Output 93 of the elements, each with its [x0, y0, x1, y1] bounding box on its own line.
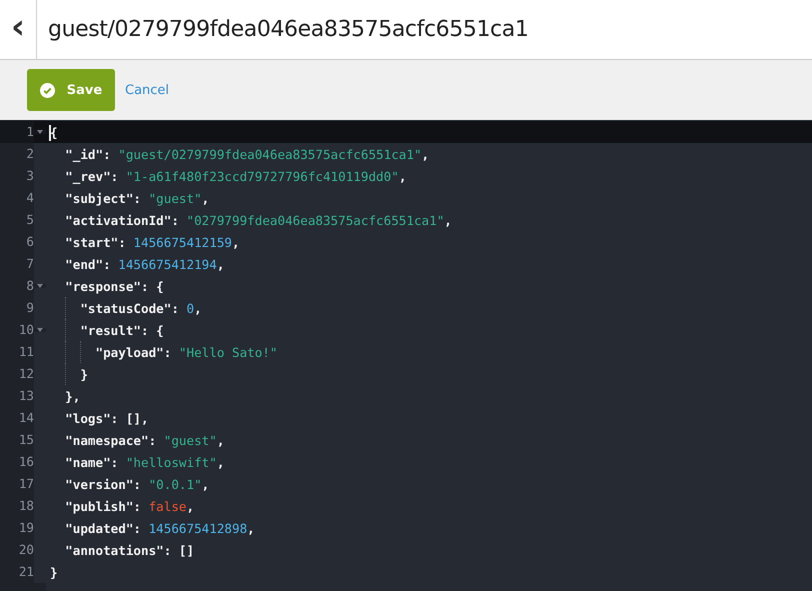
json-punctuation: ,: [444, 212, 452, 228]
json-string: "guest": [148, 190, 202, 206]
line-number: 5: [0, 209, 34, 231]
json-key: "start": [50, 234, 118, 250]
json-string: "helloswift": [126, 454, 217, 470]
json-key: "end": [50, 256, 104, 272]
json-punctuation: :: [148, 432, 158, 448]
json-number: 1456675412898: [148, 520, 248, 536]
document-title: guest/0279799fdea046ea83575acfc6551ca1: [48, 17, 528, 42]
json-punctuation: ,: [186, 498, 194, 514]
json-key: "_id": [50, 146, 104, 162]
json-punctuation: :: [164, 344, 172, 360]
code-editor[interactable]: [0, 120, 812, 591]
json-punctuation: }: [79, 366, 88, 382]
save-button[interactable]: Save: [27, 69, 115, 111]
json-punctuation: ,: [194, 300, 202, 316]
json-punctuation: }: [50, 564, 58, 580]
json-key: "statusCode": [50, 300, 172, 316]
line-number: 12: [0, 363, 34, 385]
json-punctuation: ,: [232, 234, 240, 250]
json-punctuation: :: [133, 498, 142, 514]
line-number: 2: [0, 143, 34, 165]
json-punctuation: :: [171, 212, 180, 228]
json-number: 1456675412194: [118, 256, 217, 272]
json-key: "activationId": [50, 212, 172, 228]
fold-caret-icon[interactable]: [37, 284, 43, 288]
json-key: "response": [50, 278, 141, 294]
line-number: 20: [0, 539, 34, 561]
json-punctuation: ,: [247, 520, 255, 536]
json-punctuation: :: [110, 168, 120, 184]
json-number: 0: [186, 300, 194, 316]
json-key: "annotations": [50, 542, 164, 558]
cancel-link[interactable]: Cancel: [125, 82, 170, 98]
json-key: "logs": [50, 410, 111, 426]
json-key: "payload": [50, 344, 164, 360]
json-punctuation: : [],: [110, 410, 149, 426]
fold-caret-icon[interactable]: [37, 328, 43, 332]
line-number: 9: [0, 297, 34, 319]
json-punctuation: ,: [202, 190, 210, 206]
json-string: "0.0.1": [148, 476, 202, 492]
json-punctuation: ,: [398, 168, 406, 184]
line-number: 17: [0, 473, 34, 495]
line-number: 10: [0, 319, 34, 341]
json-punctuation: ,: [422, 146, 430, 162]
json-punctuation: :: [133, 520, 142, 536]
json-string: "0279799fdea046ea83575acfc6551ca1": [186, 212, 444, 228]
json-key: "namespace": [50, 432, 149, 448]
json-punctuation: : []: [164, 542, 194, 558]
json-key: "publish": [50, 498, 134, 514]
json-punctuation: },: [64, 388, 80, 404]
json-punctuation: :: [103, 146, 112, 162]
json-key: "name": [50, 454, 111, 470]
line-number: 15: [0, 429, 34, 451]
line-number: 21: [0, 561, 34, 583]
json-boolean: false: [148, 498, 186, 514]
line-number: 18: [0, 495, 34, 517]
json-punctuation: ,: [202, 476, 210, 492]
json-punctuation: : {: [141, 322, 164, 338]
json-punctuation: :: [171, 300, 180, 316]
line-number: 8: [0, 275, 34, 297]
line-number: 11: [0, 341, 34, 363]
json-key: "result": [50, 322, 141, 338]
fold-caret-icon[interactable]: [37, 130, 43, 134]
json-punctuation: :: [133, 476, 142, 492]
line-number: 13: [0, 385, 34, 407]
json-punctuation: :: [103, 256, 112, 272]
json-string: "guest": [164, 432, 217, 448]
line-number: 4: [0, 187, 34, 209]
json-punctuation: :: [133, 190, 142, 206]
json-punctuation: ,: [216, 454, 224, 470]
json-key: "updated": [50, 520, 134, 536]
text-cursor: [49, 124, 50, 140]
line-number: 19: [0, 517, 34, 539]
line-number: 7: [0, 253, 34, 275]
json-punctuation: ,: [216, 432, 224, 448]
json-punctuation: : {: [141, 278, 164, 294]
json-key: "subject": [50, 190, 134, 206]
json-punctuation: :: [118, 234, 127, 250]
line-number: 6: [0, 231, 34, 253]
check-circle-icon: [40, 82, 55, 98]
json-string: "guest/0279799fdea046ea83575acfc6551ca1": [118, 146, 422, 162]
json-key: "_rev": [50, 168, 111, 184]
json-punctuation: {: [50, 124, 58, 140]
json-key: "version": [50, 476, 134, 492]
line-number: 1: [0, 121, 34, 143]
json-string: "1-a61f480f23ccd79727796fc410119dd0": [126, 168, 399, 184]
json-punctuation: :: [110, 454, 120, 470]
line-number: 3: [0, 165, 34, 187]
json-number: 1456675412159: [133, 234, 232, 250]
json-punctuation: ,: [216, 256, 224, 272]
json-string: "Hello Sato!": [178, 344, 278, 360]
line-number: 14: [0, 407, 34, 429]
line-number: 16: [0, 451, 34, 473]
